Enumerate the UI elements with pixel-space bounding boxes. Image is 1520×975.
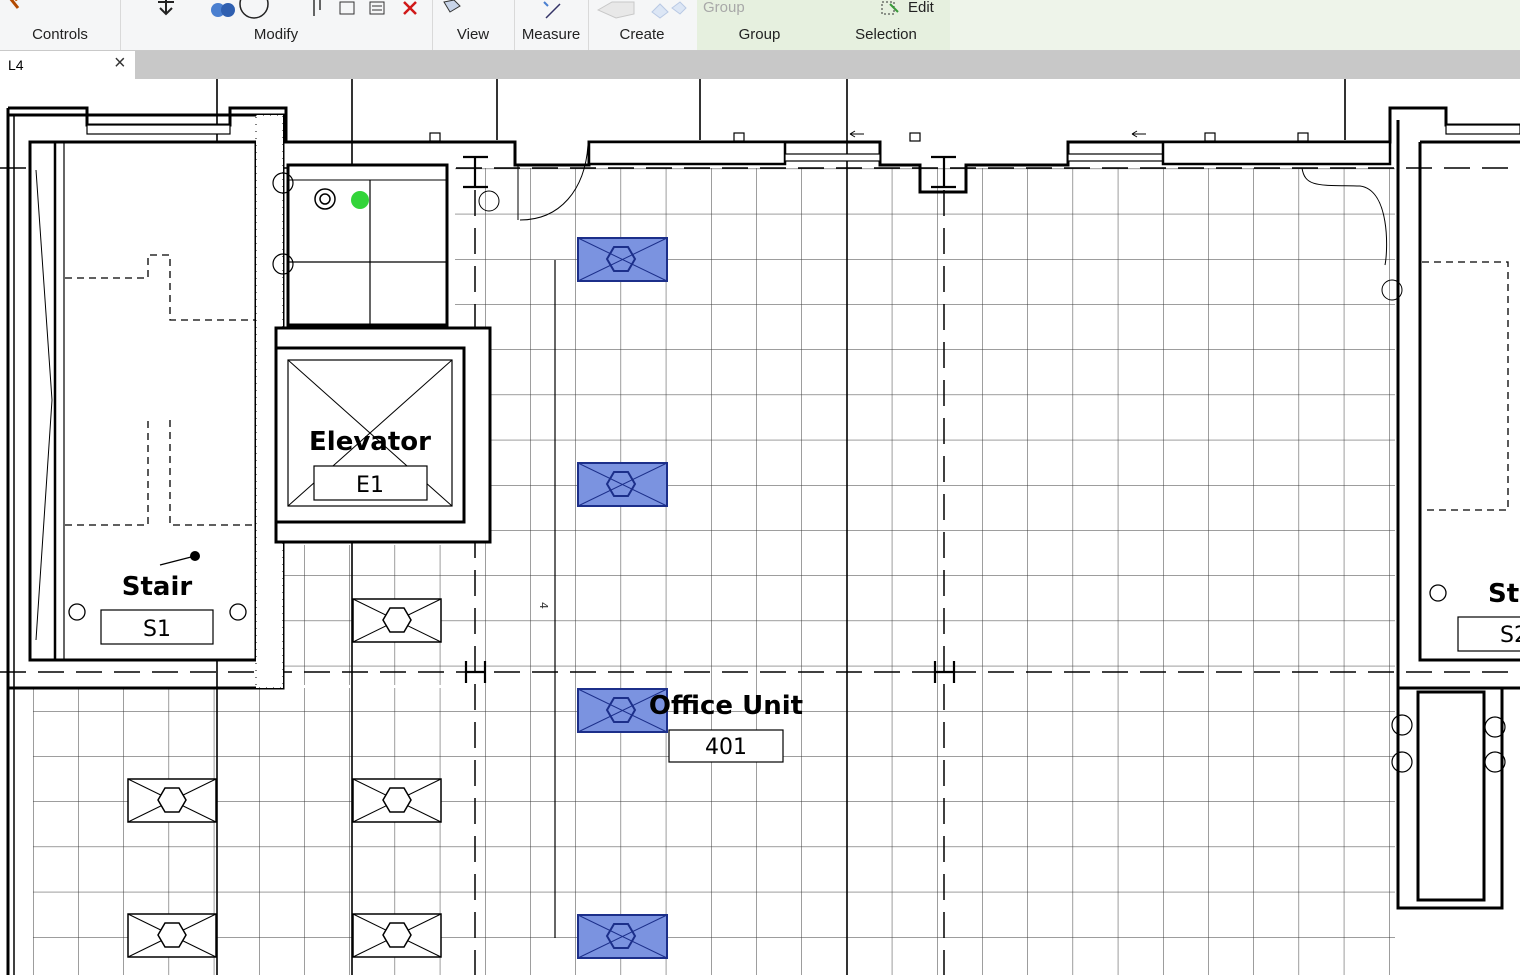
view-icon[interactable] — [442, 0, 462, 16]
view-tab-l4[interactable]: L4 × — [0, 51, 135, 79]
panel-label-view: View — [456, 26, 490, 43]
array-icon — [369, 1, 385, 15]
measure-icon[interactable] — [542, 0, 572, 20]
circle-tool-icon — [239, 0, 269, 19]
stair-left-name[interactable]: Stair — [122, 572, 193, 602]
selected-light-fixture — [577, 914, 668, 959]
light-fixture — [352, 598, 442, 643]
stair-core-left — [6, 113, 285, 690]
panel-create[interactable]: Create — [588, 0, 696, 50]
panel-controls[interactable]: Controls — [0, 0, 121, 50]
office-unit-number[interactable]: 401 — [705, 735, 747, 760]
contextual-ribbon-area-right — [950, 0, 1520, 50]
view-tab-bar: L4 × — [0, 51, 1520, 79]
copy-circles-icon — [211, 3, 235, 17]
stair-left-number[interactable]: S1 — [143, 617, 171, 642]
windows — [86, 124, 1520, 166]
elevator-name[interactable]: Elevator — [309, 427, 431, 457]
section-mark: 4 — [537, 602, 550, 609]
light-fixture — [127, 778, 217, 823]
hammer-icon[interactable] — [6, 0, 28, 14]
panel-label-create: Create — [619, 26, 665, 43]
panel-label-controls: Controls — [32, 26, 88, 43]
delete-icon — [403, 1, 417, 15]
drawing-canvas[interactable]: Stair S1 Elevator E1 St S Office Unit 40… — [0, 79, 1520, 975]
ribbon: Controls Modify View Measure Create Grou… — [0, 0, 1520, 51]
shaft-room — [272, 163, 449, 327]
stair-right-number[interactable]: S2 — [1500, 623, 1520, 648]
panel-selection[interactable]: Selection — [822, 0, 950, 50]
panel-modify[interactable]: Modify — [120, 0, 433, 50]
create-component-icon[interactable] — [594, 0, 694, 20]
panel-label-modify: Modify — [253, 26, 299, 43]
view-tab-label: L4 — [8, 57, 24, 73]
stair-core-right — [1391, 120, 1520, 910]
split-icon — [339, 1, 355, 15]
light-fixture — [352, 913, 442, 958]
annotation-arrows — [849, 130, 1146, 138]
panel-label-group: Group — [738, 26, 781, 43]
selected-light-fixture — [577, 462, 668, 507]
align-icon — [313, 0, 321, 16]
close-icon[interactable]: × — [114, 52, 126, 75]
stair-right-name[interactable]: Sta — [1488, 579, 1520, 609]
selected-light-fixture — [577, 237, 668, 282]
panel-label-measure: Measure — [521, 26, 581, 43]
green-marker-icon[interactable] — [351, 191, 369, 209]
panel-group[interactable]: Group — [697, 0, 822, 50]
panel-label-selection: Selection — [855, 26, 917, 43]
office-unit-name[interactable]: Office Unit — [649, 691, 803, 721]
light-fixture — [127, 913, 217, 958]
move-icon — [158, 0, 174, 16]
panel-view[interactable]: View — [432, 0, 515, 50]
elevator-number[interactable]: E1 — [356, 473, 384, 498]
modify-tools-icons[interactable] — [136, 0, 436, 20]
light-fixture — [352, 778, 442, 823]
panel-measure[interactable]: Measure — [514, 0, 589, 50]
